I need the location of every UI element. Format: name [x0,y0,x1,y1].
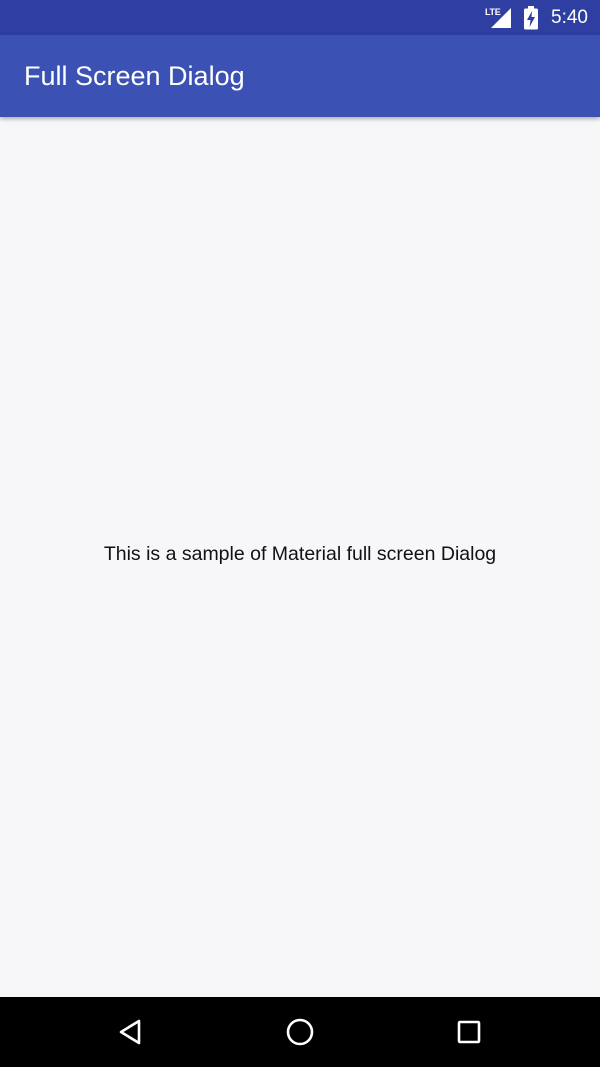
status-icons: LTE 5:40 [485,0,588,35]
home-circle-icon [286,1018,314,1046]
content-area: This is a sample of Material full screen… [0,117,600,997]
app-title: Full Screen Dialog [24,61,245,91]
home-button[interactable] [250,997,350,1067]
app-bar: Full Screen Dialog [0,35,600,117]
battery-charging-icon [523,5,539,30]
recents-button[interactable] [419,997,519,1067]
back-button[interactable] [81,997,181,1067]
recents-square-icon [457,1020,481,1044]
back-triangle-icon [119,1019,141,1045]
screen: LTE 5:40 Full Screen Dialog This is a sa… [0,0,600,1067]
status-time: 5:40 [551,7,588,28]
navigation-bar [0,997,600,1067]
status-bar: LTE 5:40 [0,0,600,35]
cell-signal-icon: LTE [485,6,513,30]
sample-message: This is a sample of Material full screen… [103,543,497,565]
